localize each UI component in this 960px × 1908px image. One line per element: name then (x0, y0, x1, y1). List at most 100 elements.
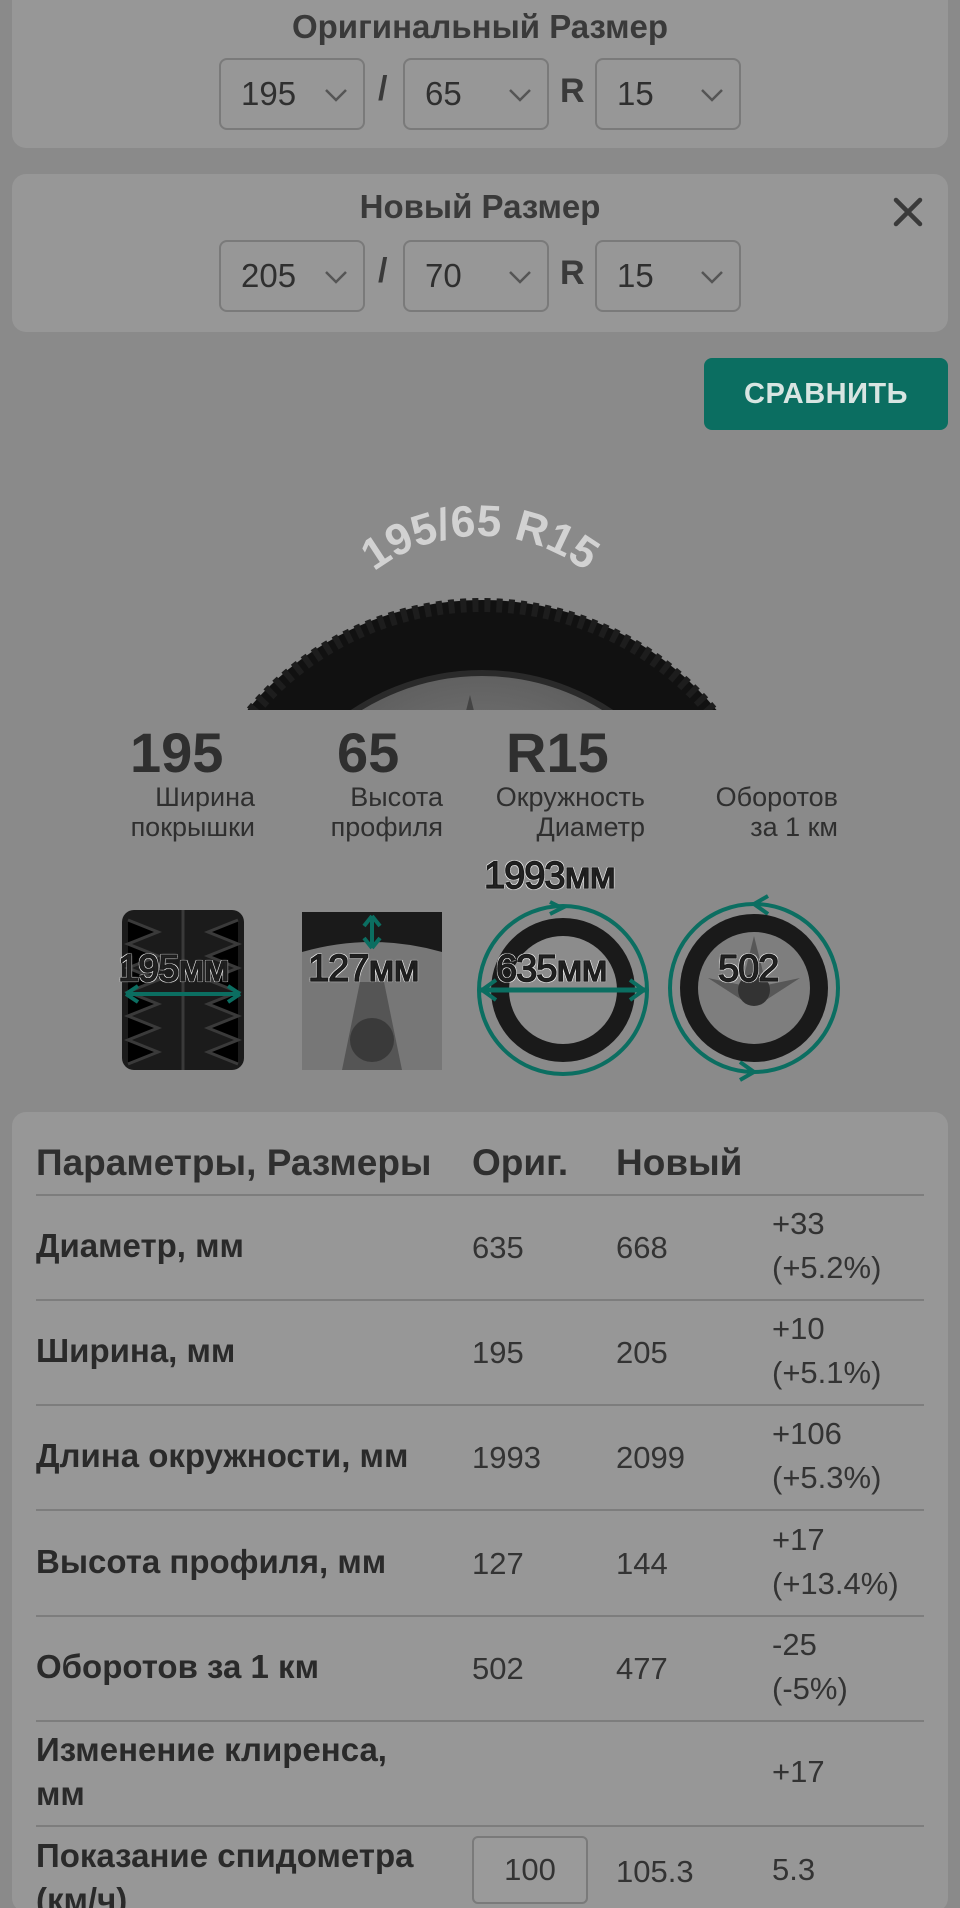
table-row-orig: 195 (472, 1335, 524, 1370)
compare-button[interactable]: СРАВНИТЬ (704, 358, 948, 430)
new-rim-prefix: R (560, 254, 585, 292)
table-row-diff: 5.3 (772, 1852, 816, 1887)
new-width-value: 205 (241, 257, 297, 294)
table-header-params: Параметры, Размеры (36, 1142, 432, 1183)
table-row-new: 205 (616, 1335, 668, 1370)
stat-width-label: Ширина покрышки (100, 782, 255, 842)
stat-width-label-1: Ширина (155, 782, 255, 812)
new-rim-select[interactable]: 15 (595, 240, 741, 312)
table-row-diff: +10 (+5.1%) (772, 1307, 942, 1395)
tread-width-label: 195мм (117, 947, 230, 991)
table-row-diff-abs: -25 (772, 1627, 817, 1662)
original-profile-value: 65 (425, 75, 462, 112)
new-width-select[interactable]: 205 (219, 240, 365, 312)
stat-profile-value: 65 (337, 721, 400, 784)
table-row-diff-abs: +17 (772, 1522, 825, 1557)
table-divider (36, 1720, 924, 1722)
new-size-card: Новый Размер 205 / 70 R 15 (12, 174, 948, 332)
table-divider (36, 1194, 924, 1196)
table-row-orig: 127 (472, 1546, 524, 1581)
stat-rim-label-1: Окружность (495, 782, 645, 812)
table-row-label-line1: Показание спидометра (36, 1837, 414, 1874)
table-row-diff-abs: +33 (772, 1206, 825, 1241)
original-rim-select[interactable]: 15 (595, 58, 741, 130)
table-divider (36, 1615, 924, 1617)
original-size-title: Оригинальный Размер (291, 8, 669, 45)
table-divider (36, 1299, 924, 1301)
stat-revs-label-1: Оборотов (715, 782, 838, 812)
chevron-down-icon (509, 89, 531, 102)
original-profile-select[interactable]: 65 (403, 58, 549, 130)
original-width-select[interactable]: 195 (219, 58, 365, 130)
table-row-orig: 635 (472, 1230, 524, 1265)
table-row-diff: +17 (+13.4%) (772, 1518, 942, 1606)
new-profile-value: 70 (425, 257, 462, 294)
table-row-orig: 502 (472, 1651, 524, 1686)
stat-profile-label-1: Высота (350, 782, 443, 812)
stat-width-value: 195 (130, 721, 224, 784)
chevron-down-icon (509, 271, 531, 284)
table-row-label: Высота профиля, мм (36, 1543, 387, 1580)
table-row-diff-pct: (+5.1%) (772, 1355, 882, 1390)
stat-profile-label: Высота профиля (300, 782, 443, 842)
table-row-label: Показание спидометра (км/ч) (36, 1834, 456, 1908)
tire-hero-image: 195/65 R15 (245, 497, 719, 710)
table-row-label-line2: мм (36, 1775, 85, 1812)
table-header-new: Новый (616, 1142, 743, 1183)
table-row-diff: -25 (-5%) (772, 1623, 942, 1711)
stat-revs-label-2: за 1 км (750, 812, 838, 842)
table-row-diff-pct: (-5%) (772, 1671, 848, 1706)
tire-sidewall-textpath: 195/65 R15 (352, 497, 607, 580)
chevron-down-icon (325, 89, 347, 102)
chevron-down-icon (701, 271, 723, 284)
comparison-table: Параметры, Размеры Ориг. Новый Диаметр, … (12, 1112, 948, 1908)
circumference-label: 1993мм (483, 854, 616, 898)
table-row-label: Длина окружности, мм (36, 1437, 409, 1474)
table-row-diff-pct: (+13.4%) (772, 1566, 899, 1601)
stat-revs-label: Оборотов за 1 км (690, 782, 838, 842)
original-size-card: Оригинальный Размер 195 / 65 R 15 (12, 0, 948, 148)
table-row-label: Изменение клиренса, мм (36, 1728, 456, 1816)
profile-height-label: 127мм (307, 947, 420, 991)
table-divider (36, 1404, 924, 1406)
table-row-label-line1: Изменение клиренса, (36, 1731, 387, 1768)
speedometer-input[interactable]: 100 (472, 1836, 588, 1904)
table-header-orig: Ориг. (472, 1142, 569, 1183)
table-row-new: 668 (616, 1230, 668, 1265)
new-size-title: Новый Размер (359, 188, 601, 225)
table-row-diff: +17 (772, 1754, 825, 1789)
table-divider (36, 1825, 924, 1827)
original-rim-prefix: R (560, 72, 585, 110)
original-rim-value: 15 (617, 75, 654, 112)
table-row-new: 477 (616, 1651, 668, 1686)
chevron-down-icon (701, 89, 723, 102)
table-row-diff: +106 (+5.3%) (772, 1412, 942, 1500)
stat-rim-label: Окружность Диаметр (470, 782, 645, 842)
table-row-diff-abs: +10 (772, 1311, 825, 1346)
table-row-label: Ширина, мм (36, 1332, 236, 1369)
stat-width-label-2: покрышки (130, 812, 255, 842)
table-row-diff-abs: +106 (772, 1416, 842, 1451)
table-row-new: 2099 (616, 1440, 685, 1475)
original-separator: / (378, 70, 388, 108)
profile-height-image (302, 912, 442, 1070)
table-row-diff-pct: (+5.3%) (772, 1460, 882, 1495)
table-row-label: Диаметр, мм (36, 1227, 244, 1264)
table-divider (36, 1509, 924, 1511)
table-row-orig: 1993 (472, 1440, 541, 1475)
chevron-down-icon (325, 271, 347, 284)
table-row-diff: +33 (+5.2%) (772, 1202, 942, 1290)
stat-profile-label-2: профиля (330, 812, 443, 842)
stat-rim-value: R15 (506, 721, 609, 784)
new-rim-value: 15 (617, 257, 654, 294)
table-row-label: Оборотов за 1 км (36, 1648, 319, 1685)
original-width-value: 195 (241, 75, 297, 112)
table-row-new: 144 (616, 1546, 668, 1581)
tire-sidewall-label: 195/65 R15 (352, 497, 607, 580)
new-separator: / (378, 252, 388, 290)
new-profile-select[interactable]: 70 (403, 240, 549, 312)
close-icon[interactable] (888, 192, 928, 232)
diameter-label: 635мм (495, 947, 608, 991)
stat-rim-label-2: Диаметр (536, 812, 645, 842)
table-row-diff-pct: (+5.2%) (772, 1250, 882, 1285)
